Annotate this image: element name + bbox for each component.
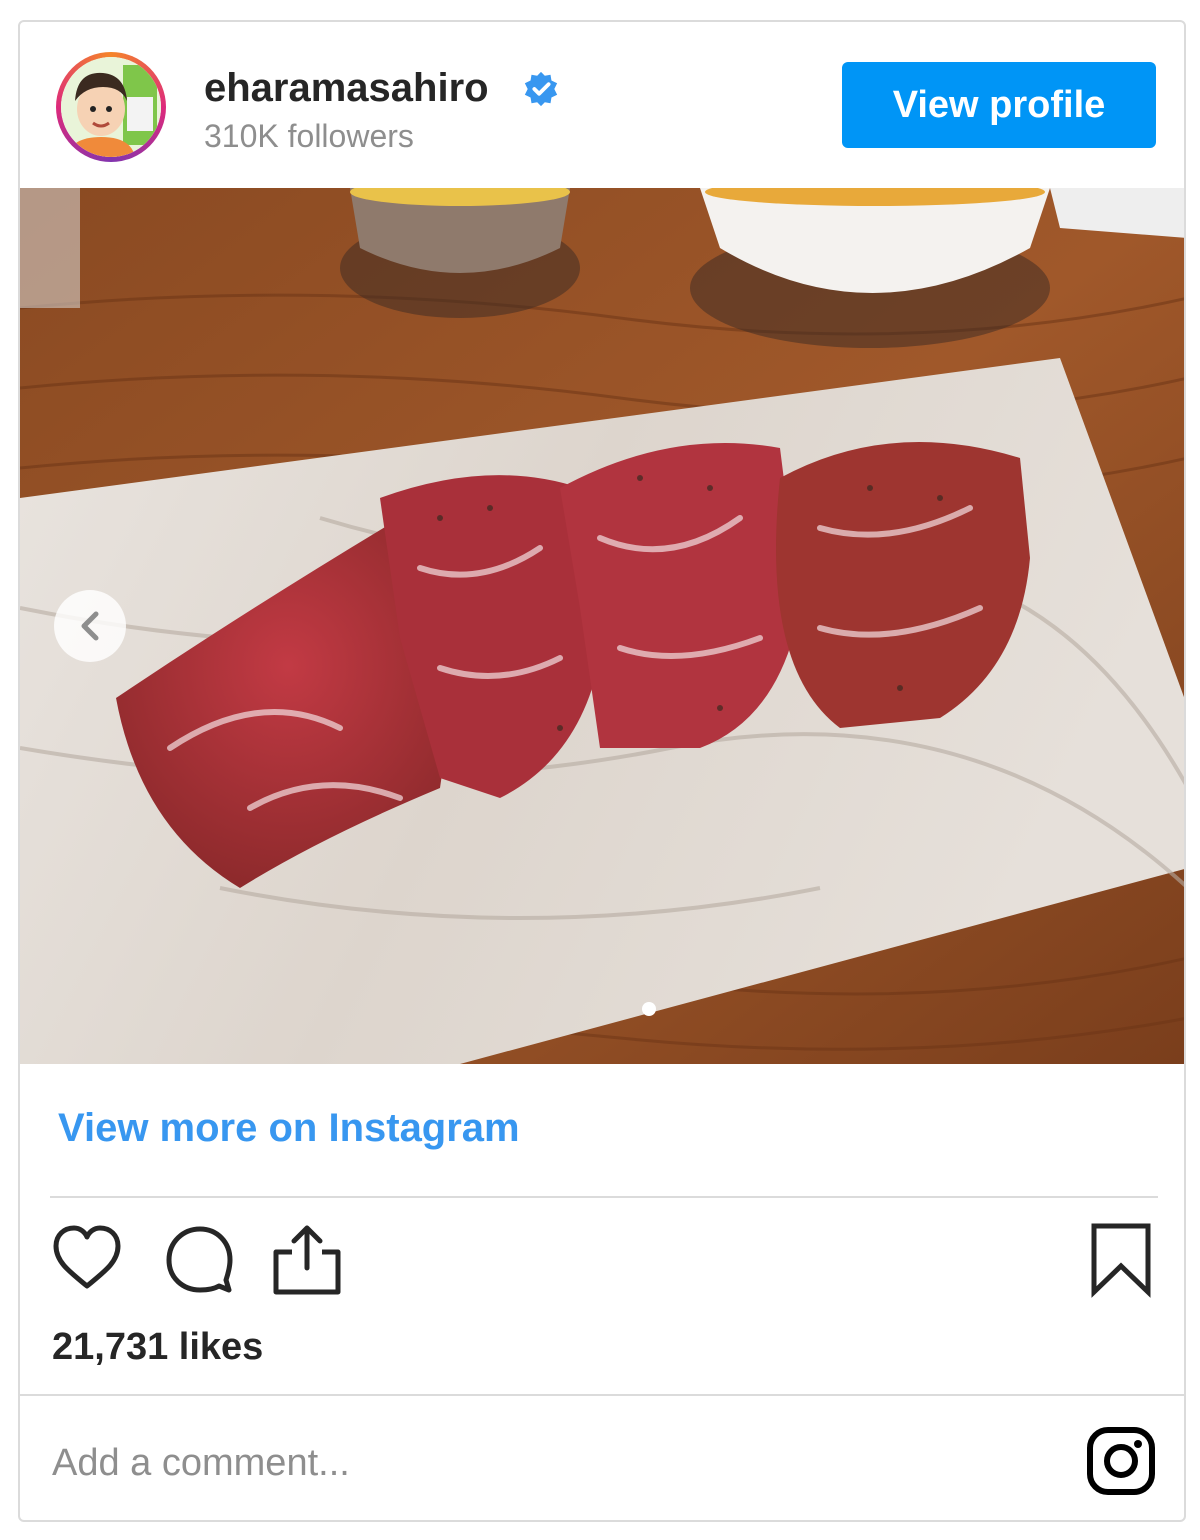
carousel-indicator-dot <box>642 1002 656 1016</box>
instagram-logo-icon[interactable] <box>1086 1426 1156 1496</box>
username[interactable]: eharamasahiro <box>204 66 489 111</box>
divider <box>50 1196 1158 1198</box>
view-more-link[interactable]: View more on Instagram <box>58 1106 520 1151</box>
like-count: 21,731 likes <box>52 1326 264 1368</box>
comment-icon[interactable] <box>162 1222 236 1296</box>
share-icon[interactable] <box>270 1222 344 1296</box>
divider <box>20 1394 1184 1396</box>
view-profile-button[interactable]: View profile <box>842 62 1156 148</box>
verified-badge-icon <box>524 71 558 107</box>
heart-icon[interactable] <box>50 1222 124 1296</box>
comment-input[interactable] <box>52 1428 1032 1498</box>
bookmark-icon[interactable] <box>1086 1220 1156 1300</box>
post-image[interactable] <box>20 188 1184 1064</box>
follower-count: 310K followers <box>204 118 414 154</box>
avatar-image <box>61 57 161 157</box>
chevron-left-icon <box>81 611 99 641</box>
post-header: eharamasahiro 310K followers View profil… <box>20 22 1184 188</box>
avatar[interactable] <box>56 52 166 162</box>
steak-photo <box>20 188 1184 1064</box>
carousel-previous-button[interactable] <box>54 590 126 662</box>
instagram-embed-card: eharamasahiro 310K followers View profil… <box>18 20 1186 1522</box>
